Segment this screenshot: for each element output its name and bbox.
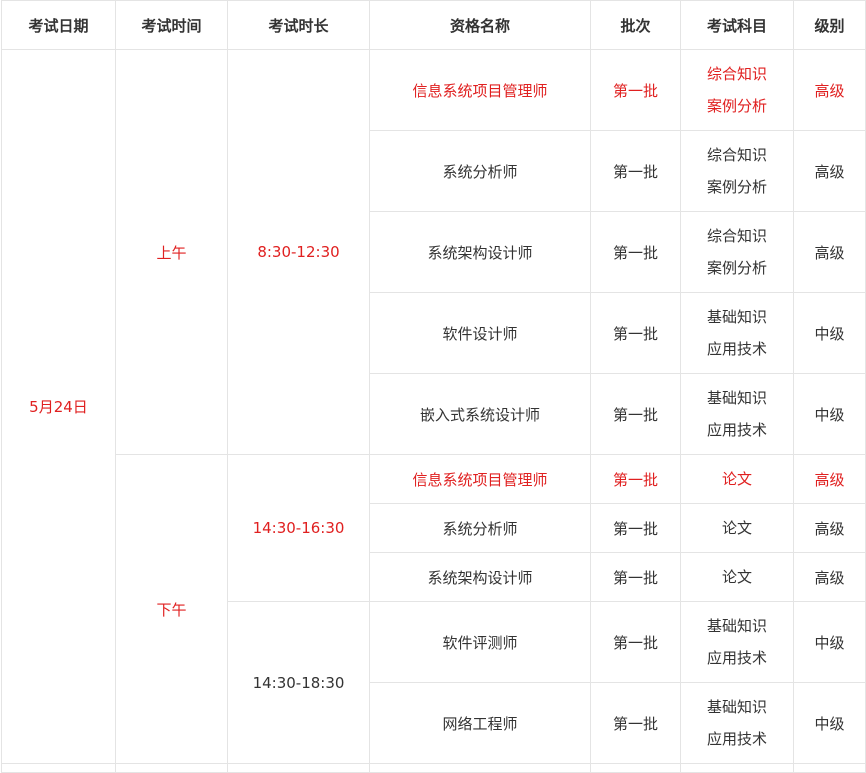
batch-cell: 第一批	[590, 373, 681, 455]
subject-line: 应用技术	[706, 649, 767, 667]
header-subject: 考试科目	[680, 0, 794, 50]
level-cell: 高级	[793, 454, 866, 504]
level-cell: 高级	[793, 552, 866, 602]
level-cell: 中级	[793, 292, 866, 374]
subject-line: 综合知识	[706, 227, 767, 245]
qualification-name-cell: 软件设计师	[369, 292, 591, 374]
exam-date-cell: 5月24日	[1, 49, 116, 764]
header-level: 级别	[793, 0, 866, 50]
subject-line: 案例分析	[706, 259, 767, 277]
subject-cell: 论文	[680, 503, 794, 553]
subject-cell: 论文	[680, 552, 794, 602]
qualification-name-cell: 信息系统项目管理师	[369, 454, 591, 504]
qualification-name-cell: 系统架构设计师	[369, 552, 591, 602]
qualification-name-cell: 系统分析师	[369, 130, 591, 212]
qualification-name-cell: 系统分析师	[369, 503, 591, 553]
qualification-name-cell: 系统架构设计师	[369, 211, 591, 293]
exam-duration-cell: 8:30-12:30	[227, 49, 370, 455]
level-cell: 高级	[793, 130, 866, 212]
batch-cell: 第一批	[590, 130, 681, 212]
table-row: 下午 14:30-16:30 信息系统项目管理师 第一批 论文 高级	[2, 454, 866, 764]
level-cell: 高级	[793, 503, 866, 553]
batch-cell: 第一批	[590, 454, 681, 504]
batch-cell: 第一批	[590, 601, 681, 683]
exam-time-cell: 上午	[115, 49, 228, 455]
qualification-name-cell: 嵌入式系统设计师	[369, 373, 591, 455]
qualification-name-cell: 网络工程师	[369, 682, 591, 764]
header-time: 考试时间	[115, 0, 228, 50]
subject-line: 案例分析	[706, 178, 767, 196]
subject-line: 论文	[721, 519, 752, 537]
exam-time-cell: 下午	[115, 454, 228, 764]
exam-schedule-table: 考试日期 考试时间 考试时长 资格名称 批次 考试科目 级别 5月24日 上午 8:…	[1, 0, 866, 773]
qualification-name-cell: 信息系统项目管理师	[369, 49, 591, 131]
subject-line: 应用技术	[706, 340, 767, 358]
subject-cell: 基础知识 应用技术	[680, 292, 794, 374]
subject-line: 基础知识	[706, 617, 767, 635]
subject-cell: 基础知识 应用技术	[680, 682, 794, 764]
subject-cell: 综合知识 案例分析	[680, 211, 794, 293]
schedule-body: 5月24日 上午 8:30-12:30 信息系统项目管理师 第一批 综合知识 案例分析 高级系…	[1, 49, 866, 773]
exam-duration-cell: 14:30-16:30	[227, 454, 370, 602]
subject-cell: 综合知识 案例分析	[680, 49, 794, 131]
header-date: 考试日期	[1, 0, 116, 50]
level-cell: 中级	[793, 601, 866, 683]
subject-line: 综合知识	[706, 146, 767, 164]
subject-line: 案例分析	[706, 97, 767, 115]
level-cell: 中级	[793, 682, 866, 764]
subject-cell: 论文	[680, 454, 794, 504]
batch-cell: 第一批	[590, 552, 681, 602]
subject-cell: 基础知识 应用技术	[680, 601, 794, 683]
batch-cell: 第一批	[590, 503, 681, 553]
subject-line: 基础知识	[706, 389, 767, 407]
batch-cell: 第一批	[590, 211, 681, 293]
subject-cell: 基础知识 应用技术	[680, 373, 794, 455]
header-duration: 考试时长	[227, 0, 370, 50]
subject-cell: 综合知识 案例分析	[680, 130, 794, 212]
subject-line: 论文	[721, 470, 752, 488]
batch-cell: 第一批	[590, 292, 681, 374]
header-row: 考试日期 考试时间 考试时长 资格名称 批次 考试科目 级别	[1, 0, 866, 50]
table-row: 5月24日 上午 8:30-12:30 信息系统项目管理师 第一批 综合知识 案例分析 高级	[1, 49, 866, 764]
level-cell: 中级	[793, 373, 866, 455]
subject-line: 论文	[721, 568, 752, 586]
subject-line: 基础知识	[706, 308, 767, 326]
subject-line: 基础知识	[706, 698, 767, 716]
qualification-name-cell: 软件评测师	[369, 601, 591, 683]
subject-line: 应用技术	[706, 730, 767, 748]
header-qualification: 资格名称	[369, 0, 591, 50]
exam-duration-cell: 14:30-18:30	[227, 601, 370, 764]
table-bottom-spacer	[1, 763, 866, 773]
header-batch: 批次	[590, 0, 681, 50]
subject-line: 应用技术	[706, 421, 767, 439]
subject-line: 综合知识	[706, 65, 767, 83]
batch-cell: 第一批	[590, 682, 681, 764]
level-cell: 高级	[793, 49, 866, 131]
batch-cell: 第一批	[590, 49, 681, 131]
level-cell: 高级	[793, 211, 866, 293]
